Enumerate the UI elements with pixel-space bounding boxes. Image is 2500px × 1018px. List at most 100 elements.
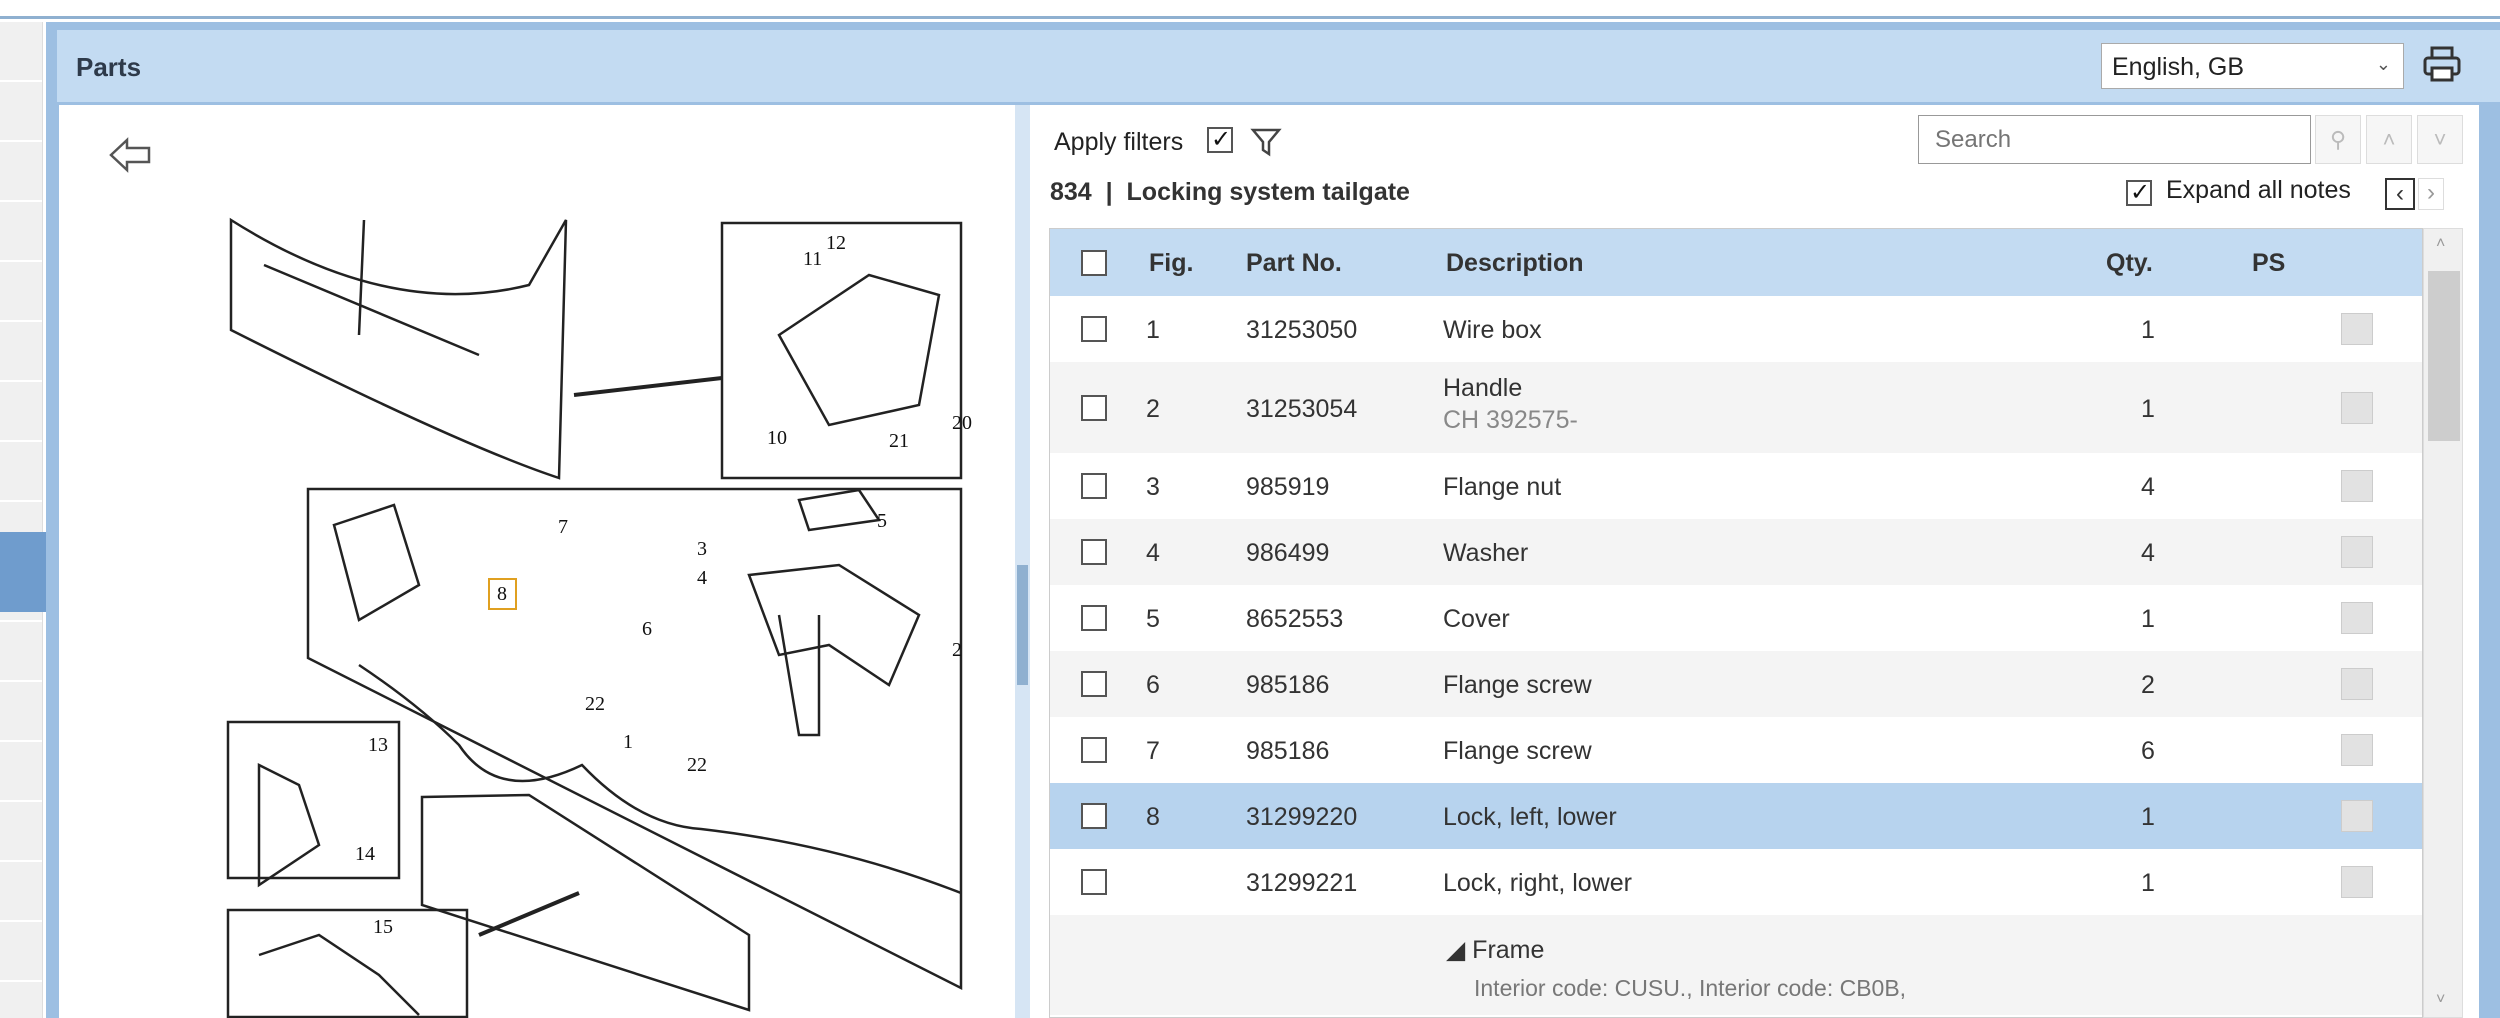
- row-checkbox[interactable]: [1081, 539, 1107, 565]
- row-checkbox[interactable]: [1081, 605, 1107, 631]
- qty-cell: 6: [2141, 737, 2155, 765]
- col-ps[interactable]: PS: [2252, 249, 2285, 278]
- note-icon[interactable]: [2341, 734, 2373, 766]
- part-no-cell[interactable]: 31299221: [1246, 869, 1357, 898]
- fig-cell: 7: [1146, 737, 1160, 765]
- group-name: Locking system tailgate: [1126, 178, 1410, 206]
- print-icon[interactable]: [2422, 44, 2462, 84]
- description-cell: Flange screw: [1443, 671, 1592, 699]
- note-toggle[interactable]: ◢ Frame: [1446, 935, 1544, 965]
- note-icon[interactable]: [2341, 470, 2373, 502]
- scroll-up-icon[interactable]: ˄: [2436, 235, 2445, 253]
- table-row[interactable]: 8 31299220 Lock, left, lower 1: [1050, 783, 2422, 849]
- apply-filters-label: Apply filters: [1054, 128, 1184, 156]
- description-cell: Washer: [1443, 539, 1529, 567]
- fig-cell: 1: [1146, 316, 1160, 344]
- table-row[interactable]: 3 985919 Flange nut 4: [1050, 453, 2422, 519]
- description-cell: Flange screw: [1443, 737, 1592, 765]
- qty-cell: 1: [2141, 605, 2155, 633]
- language-select[interactable]: English, GB ⌄: [2101, 43, 2404, 89]
- table-row[interactable]: 5 8652553 Cover 1: [1050, 585, 2422, 651]
- table-row[interactable]: 31299221 Lock, right, lower 1: [1050, 849, 2422, 915]
- svg-text:20: 20: [952, 412, 972, 434]
- part-no-cell[interactable]: 8652553: [1246, 605, 1343, 634]
- expand-all-notes-label: Expand all notes: [2166, 176, 2351, 204]
- row-checkbox[interactable]: [1081, 394, 1107, 421]
- splitter-handle[interactable]: [1017, 565, 1028, 685]
- select-all-checkbox[interactable]: [1081, 250, 1107, 276]
- table-row[interactable]: 1 31253050 Wire box 1: [1050, 296, 2422, 362]
- part-no-cell[interactable]: 985186: [1246, 671, 1329, 700]
- part-no-cell[interactable]: 31299220: [1246, 803, 1357, 832]
- collapse-left-button[interactable]: ‹: [2385, 178, 2415, 210]
- qty-cell: 4: [2141, 539, 2155, 567]
- scrollbar-thumb[interactable]: [2428, 271, 2460, 441]
- apply-filters-checkbox[interactable]: [1207, 125, 1233, 154]
- svg-text:10: 10: [767, 427, 787, 449]
- row-checkbox[interactable]: [1081, 316, 1107, 342]
- col-description[interactable]: Description: [1446, 249, 1584, 278]
- col-fig[interactable]: Fig.: [1149, 249, 1193, 278]
- svg-text:4: 4: [697, 567, 707, 589]
- table-row[interactable]: 4 986499 Washer 4: [1050, 519, 2422, 585]
- part-no-cell[interactable]: 985919: [1246, 473, 1329, 502]
- note-icon[interactable]: [2341, 313, 2373, 345]
- panel-splitter[interactable]: [1015, 105, 1030, 1018]
- svg-text:5: 5: [877, 510, 887, 532]
- table-row[interactable]: 2 31253054 Handle CH 392575- 1: [1050, 362, 2422, 453]
- row-checkbox[interactable]: [1081, 671, 1107, 697]
- row-checkbox[interactable]: [1081, 737, 1107, 763]
- row-checkbox[interactable]: [1081, 803, 1107, 829]
- left-sidebar: [0, 22, 54, 1018]
- description-cell: Cover: [1443, 605, 1510, 633]
- scroll-down-icon[interactable]: ˅: [2436, 991, 2445, 1009]
- svg-text:13: 13: [368, 734, 388, 756]
- col-qty[interactable]: Qty.: [2106, 249, 2153, 278]
- part-no-cell[interactable]: 31253054: [1246, 395, 1357, 424]
- qty-cell: 1: [2141, 316, 2155, 344]
- expand-all-notes-checkbox[interactable]: [2126, 178, 2152, 207]
- description-cell: Flange nut: [1443, 473, 1562, 501]
- note-icon[interactable]: [2341, 800, 2373, 832]
- svg-text:2: 2: [952, 639, 962, 661]
- fig-cell: 6: [1146, 671, 1160, 699]
- svg-text:22: 22: [585, 693, 605, 715]
- part-no-cell[interactable]: 986499: [1246, 539, 1329, 568]
- svg-text:6: 6: [642, 618, 652, 640]
- diagram-callouts: 12 11 10 21 20 7 8 5 3 4 6 2 22 1 22 13 …: [355, 232, 972, 938]
- search-prev-button[interactable]: ˄: [2366, 115, 2412, 164]
- svg-text:22: 22: [687, 754, 707, 776]
- group-title: 834 | Locking system tailgate: [1050, 178, 1410, 207]
- note-icon[interactable]: [2341, 536, 2373, 568]
- note-icon[interactable]: [2341, 391, 2373, 424]
- table-row[interactable]: 7 985186 Flange screw 6: [1050, 717, 2422, 783]
- svg-text:14: 14: [355, 843, 375, 865]
- search-icon[interactable]: ⚲: [2315, 115, 2361, 164]
- parts-diagram[interactable]: 12 11 10 21 20 7 8 5 3 4 6 2 22 1 22 13 …: [59, 105, 1015, 1018]
- svg-text:15: 15: [373, 916, 393, 938]
- fig-cell: 3: [1146, 473, 1160, 501]
- part-no-cell[interactable]: 31253050: [1246, 316, 1357, 345]
- top-strip: [0, 0, 2500, 19]
- svg-text:1: 1: [623, 731, 633, 753]
- part-no-cell[interactable]: 985186: [1246, 737, 1329, 766]
- note-icon[interactable]: [2341, 602, 2373, 634]
- chevron-down-icon: ⌄: [2375, 54, 2391, 74]
- col-part-no[interactable]: Part No.: [1246, 249, 1342, 278]
- svg-text:3: 3: [697, 538, 707, 560]
- filter-icon[interactable]: [1250, 126, 1282, 158]
- table-scrollbar[interactable]: ˄ ˅: [2423, 228, 2463, 1018]
- qty-cell: 1: [2141, 394, 2155, 423]
- search-next-button[interactable]: ˅: [2417, 115, 2463, 164]
- description-cell: Wire box: [1443, 316, 1542, 344]
- note-icon[interactable]: [2341, 668, 2373, 700]
- note-title: Frame: [1472, 936, 1545, 964]
- search-input[interactable]: [1918, 115, 2311, 164]
- expand-right-button[interactable]: ›: [2418, 178, 2444, 210]
- qty-cell: 1: [2141, 803, 2155, 831]
- table-row[interactable]: 6 985186 Flange screw 2: [1050, 651, 2422, 717]
- note-icon[interactable]: [2341, 866, 2373, 898]
- row-checkbox[interactable]: [1081, 473, 1107, 499]
- svg-text:7: 7: [558, 516, 568, 538]
- row-checkbox[interactable]: [1081, 869, 1107, 895]
